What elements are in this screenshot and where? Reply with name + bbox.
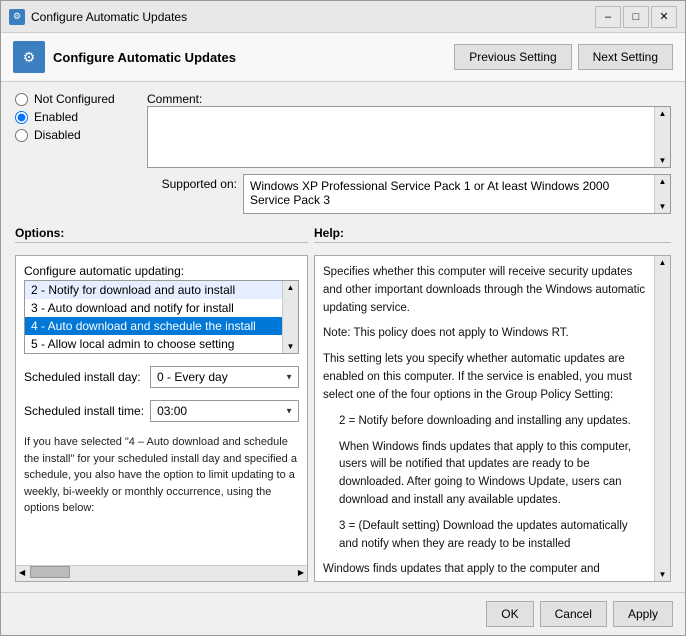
- supported-on-label: Supported on:: [147, 174, 237, 191]
- supported-on-section: Supported on: Windows XP Professional Se…: [147, 174, 671, 214]
- configure-label: Configure automatic updating:: [24, 264, 299, 278]
- title-controls: – □ ✕: [595, 6, 677, 28]
- install-day-row: Scheduled install day: 0 - Every day 1 -…: [24, 366, 299, 388]
- supported-on-text: Windows XP Professional Service Pack 1 o…: [244, 175, 654, 213]
- dropdown-item-1[interactable]: 3 - Auto download and notify for install: [25, 299, 282, 317]
- supported-scroll-up[interactable]: ▲: [657, 175, 669, 188]
- top-right: Comment: ▲ ▼ Supported on:: [147, 92, 671, 214]
- radio-section: Not Configured Enabled Disabled: [15, 92, 135, 214]
- hscroll-thumb[interactable]: [30, 566, 70, 578]
- comment-scroll-down[interactable]: ▼: [657, 154, 669, 167]
- help-para-1: Note: This policy does not apply to Wind…: [323, 325, 646, 343]
- dropdown-scrollbar: ▲ ▼: [282, 281, 298, 353]
- help-para-3: 2 = Notify before downloading and instal…: [339, 413, 646, 431]
- help-text-area: Specifies whether this computer will rec…: [315, 256, 654, 581]
- hscroll-left-arrow[interactable]: ◀: [16, 566, 28, 581]
- radio-not-configured-input[interactable]: [15, 93, 28, 106]
- install-time-select[interactable]: 00:00 01:00 02:00 03:00: [150, 400, 299, 422]
- radio-enabled[interactable]: Enabled: [15, 110, 135, 124]
- help-scrollbar: ▲ ▼: [654, 256, 670, 581]
- help-label: Help:: [314, 226, 671, 243]
- install-time-row: Scheduled install time: 00:00 01:00 02:0…: [24, 400, 299, 422]
- supported-scroll-down[interactable]: ▼: [657, 200, 669, 213]
- radio-disabled-label: Disabled: [34, 128, 81, 142]
- close-button[interactable]: ✕: [651, 6, 677, 28]
- window-title: Configure Automatic Updates: [31, 10, 187, 24]
- dropdown-item-3[interactable]: 5 - Allow local admin to choose setting: [25, 335, 282, 353]
- install-day-select-wrap[interactable]: 0 - Every day 1 - Sunday 2 - Monday: [150, 366, 299, 388]
- comment-label: Comment:: [147, 92, 202, 106]
- left-panel: Configure automatic updating: 2 - Notify…: [15, 255, 308, 582]
- help-scroll-up[interactable]: ▲: [657, 256, 669, 269]
- supported-on-box-wrap: Windows XP Professional Service Pack 1 o…: [243, 174, 671, 214]
- install-day-label: Scheduled install day:: [24, 370, 144, 384]
- radio-disabled[interactable]: Disabled: [15, 128, 135, 142]
- right-panel: Specifies whether this computer will rec…: [314, 255, 671, 582]
- minimize-button[interactable]: –: [595, 6, 621, 28]
- main-content: Not Configured Enabled Disabled Comment:: [1, 82, 685, 592]
- next-setting-button[interactable]: Next Setting: [578, 44, 673, 70]
- install-time-select-wrap[interactable]: 00:00 01:00 02:00 03:00: [150, 400, 299, 422]
- help-para-2: This setting lets you specify whether au…: [323, 351, 646, 404]
- comment-scroll-up[interactable]: ▲: [657, 107, 669, 120]
- main-window: ⚙ Configure Automatic Updates – □ ✕ ⚙ Co…: [0, 0, 686, 636]
- hscroll-right-arrow[interactable]: ▶: [295, 566, 307, 581]
- ok-button[interactable]: OK: [486, 601, 533, 627]
- help-para-6: Windows finds updates that apply to the …: [323, 561, 646, 579]
- dropdown-item-0[interactable]: 2 - Notify for download and auto install: [25, 281, 282, 299]
- help-para-4: When Windows finds updates that apply to…: [339, 439, 646, 510]
- comment-section: Comment: ▲ ▼: [147, 92, 671, 168]
- comment-textarea-wrap: ▲ ▼: [147, 106, 671, 168]
- install-day-select[interactable]: 0 - Every day 1 - Sunday 2 - Monday: [150, 366, 299, 388]
- cancel-button[interactable]: Cancel: [540, 601, 607, 627]
- top-area: Not Configured Enabled Disabled Comment:: [15, 92, 671, 214]
- radio-not-configured-label: Not Configured: [34, 92, 115, 106]
- title-bar-left: ⚙ Configure Automatic Updates: [9, 9, 187, 25]
- options-info-text: If you have selected "4 – Auto download …: [24, 434, 299, 517]
- configure-dropdown-list: 2 - Notify for download and auto install…: [25, 281, 282, 353]
- supported-on-scrollbar: ▲ ▼: [654, 175, 670, 213]
- window-icon: ⚙: [9, 9, 25, 25]
- bottom-bar: OK Cancel Apply: [1, 592, 685, 635]
- header-icon: ⚙: [13, 41, 45, 73]
- dropdown-scroll-up[interactable]: ▲: [285, 281, 297, 294]
- comment-textarea[interactable]: [148, 107, 654, 167]
- configure-dropdown-wrap: 2 - Notify for download and auto install…: [24, 280, 299, 354]
- help-para-0: Specifies whether this computer will rec…: [323, 264, 646, 317]
- panels-area: Configure automatic updating: 2 - Notify…: [15, 255, 671, 582]
- comment-scrollbar: ▲ ▼: [654, 107, 670, 167]
- left-panel-hscrollbar: ◀ ▶: [16, 565, 307, 581]
- dropdown-scroll-down[interactable]: ▼: [285, 340, 297, 353]
- help-scroll-down[interactable]: ▼: [657, 568, 669, 581]
- header-left: ⚙ Configure Automatic Updates: [13, 41, 236, 73]
- maximize-button[interactable]: □: [623, 6, 649, 28]
- configure-updating-section: Configure automatic updating: 2 - Notify…: [24, 264, 299, 354]
- radio-enabled-label: Enabled: [34, 110, 78, 124]
- title-bar: ⚙ Configure Automatic Updates – □ ✕: [1, 1, 685, 33]
- radio-disabled-input[interactable]: [15, 129, 28, 142]
- options-label: Options:: [15, 226, 308, 243]
- install-time-label: Scheduled install time:: [24, 404, 144, 418]
- dropdown-item-2[interactable]: 4 - Auto download and schedule the insta…: [25, 317, 282, 335]
- apply-button[interactable]: Apply: [613, 601, 673, 627]
- radio-not-configured[interactable]: Not Configured: [15, 92, 135, 106]
- header-buttons: Previous Setting Next Setting: [454, 44, 673, 70]
- header-bar: ⚙ Configure Automatic Updates Previous S…: [1, 33, 685, 82]
- header-title: Configure Automatic Updates: [53, 50, 236, 65]
- section-dividers: Options: Help:: [15, 226, 671, 243]
- supported-on-box: Windows XP Professional Service Pack 1 o…: [243, 174, 671, 214]
- previous-setting-button[interactable]: Previous Setting: [454, 44, 571, 70]
- help-para-5: 3 = (Default setting) Download the updat…: [339, 518, 646, 554]
- radio-enabled-input[interactable]: [15, 111, 28, 124]
- left-panel-inner: Configure automatic updating: 2 - Notify…: [16, 256, 307, 565]
